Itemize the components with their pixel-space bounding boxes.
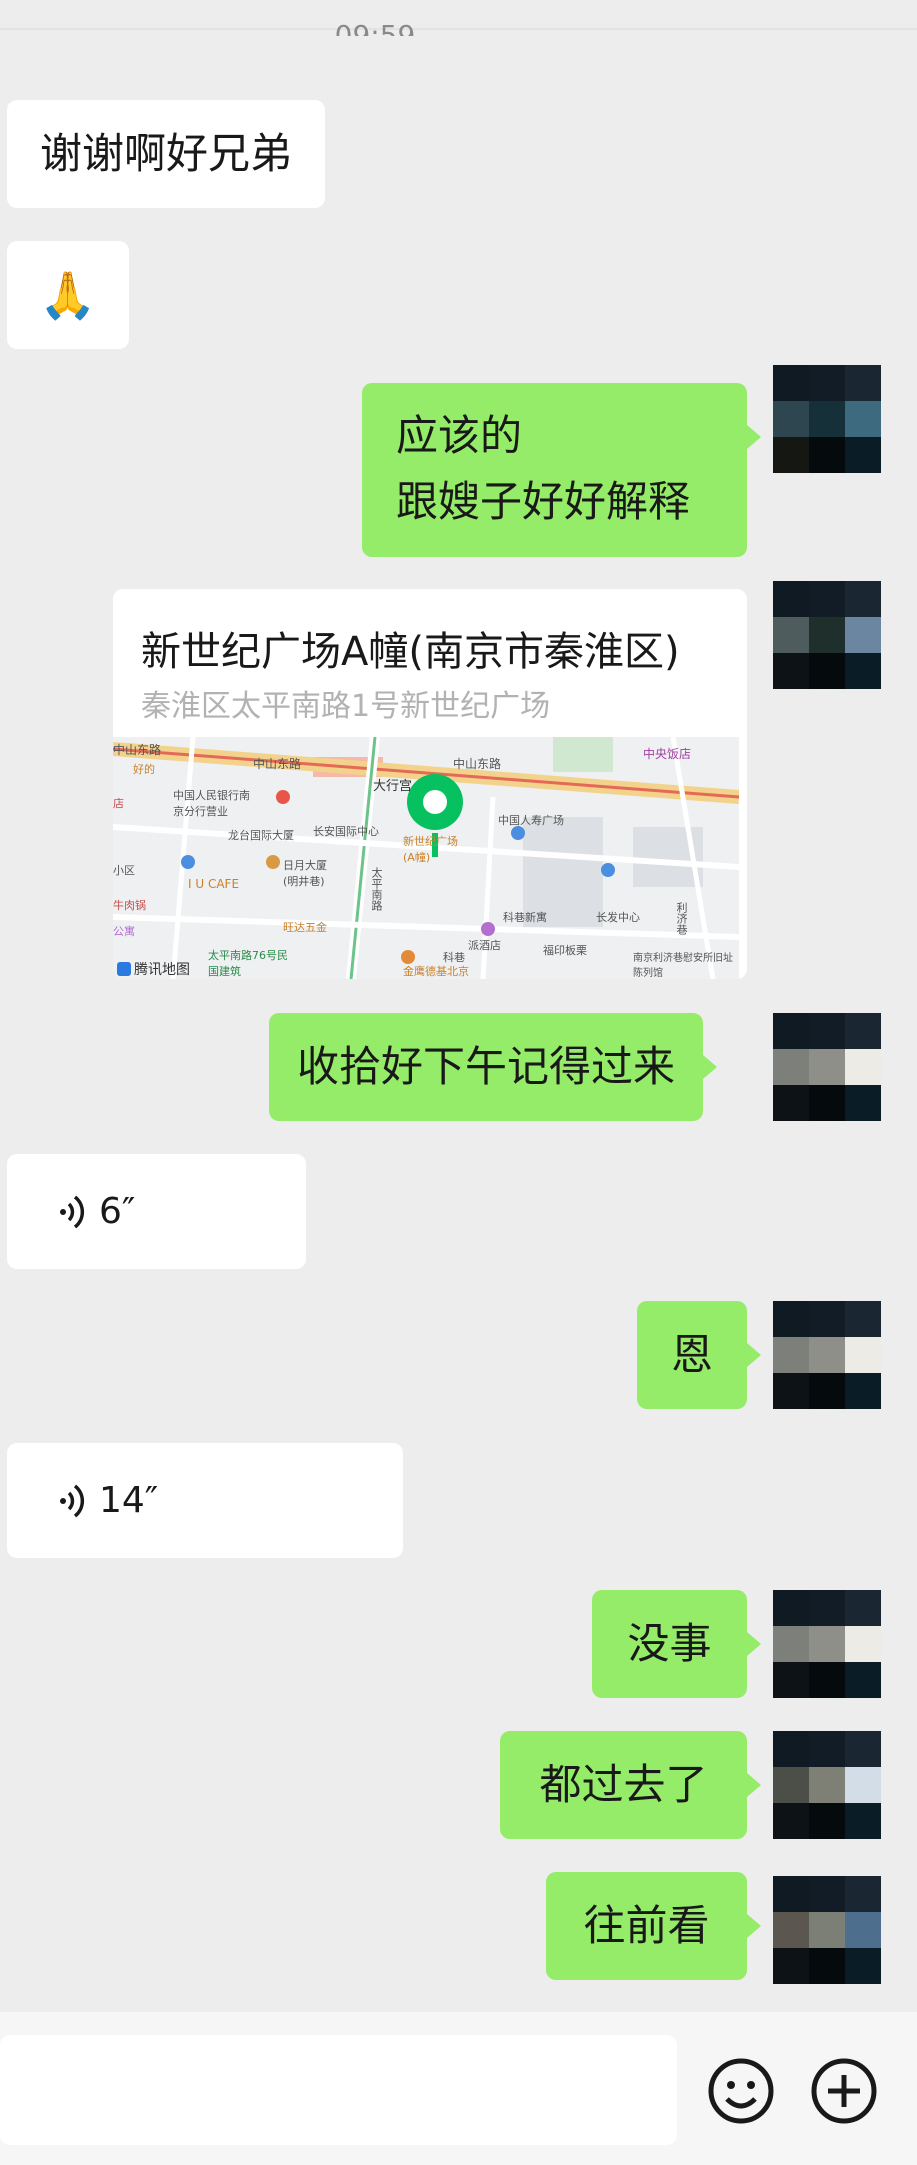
avatar[interactable]: [773, 1876, 881, 1984]
tencent-map-icon: [117, 962, 131, 976]
map-label: 长安国际中心: [313, 825, 379, 838]
map-label: 长发中心: [596, 911, 640, 924]
map-label: 好的: [133, 763, 155, 776]
map-label: 大行宫: [373, 779, 413, 794]
voice-message-bubble[interactable]: 14″: [7, 1443, 403, 1558]
message-text-line: 跟嫂子好好解释: [396, 477, 691, 526]
message-text: 往前看: [583, 1901, 710, 1950]
emoji-face-icon[interactable]: [705, 2055, 777, 2127]
message-text: 收拾好下午记得过来: [297, 1042, 676, 1091]
message-bubble-outgoing[interactable]: 往前看: [546, 1872, 761, 1980]
timestamp: 09:59: [334, 19, 416, 36]
map-label: 金鹰德基北京: [403, 965, 469, 978]
avatar[interactable]: [773, 1013, 881, 1121]
keyboard-toggle-icon[interactable]: [808, 2055, 880, 2127]
message-bubble-outgoing[interactable]: 收拾好下午记得过来: [269, 1013, 718, 1121]
message-bubble-outgoing[interactable]: 没事: [592, 1590, 761, 1698]
map-label: 派酒店: [468, 939, 501, 952]
map-label: 牛肉锅: [113, 899, 146, 912]
message-text: 恩: [670, 1330, 713, 1379]
voice-wave-icon: [60, 1484, 85, 1517]
message-bubble-outgoing[interactable]: 恩: [637, 1301, 761, 1409]
map-label: 小区: [113, 864, 135, 877]
map-label: 日月大厦(明井巷): [283, 859, 327, 888]
map-label: 利济巷: [675, 902, 688, 935]
map-label: 新世纪广场(A幢): [403, 835, 458, 864]
map-label: 中山东路: [113, 743, 162, 757]
location-address: 秦淮区太平南路1号新世纪广场: [141, 689, 551, 724]
map-label: 旺达五金: [283, 921, 327, 934]
message-text: 谢谢啊好兄弟: [40, 129, 293, 178]
avatar[interactable]: [773, 1590, 881, 1698]
message-bubble-outgoing[interactable]: 应该的 跟嫂子好好解释: [362, 383, 761, 557]
map-label: 科巷新寓: [503, 911, 547, 924]
map-label: 店: [113, 797, 124, 810]
message-bubble-incoming[interactable]: 🙏: [7, 241, 129, 349]
map-label: 中国人寿广场: [498, 814, 564, 827]
voice-message-bubble[interactable]: 6″: [7, 1154, 306, 1269]
map-label: I U CAFE: [188, 877, 240, 891]
message-input[interactable]: [0, 2035, 677, 2145]
map-label: 中国人民银行南京分行营业: [173, 789, 250, 818]
message-text: 都过去了: [539, 1760, 708, 1809]
voice-duration: 14″: [99, 1479, 159, 1521]
map-label: 龙台国际大厦: [228, 829, 294, 842]
map-label: 中山东路: [253, 757, 302, 771]
message-text-line: 应该的: [396, 411, 523, 460]
location-title: 新世纪广场A幢(南京市秦淮区): [141, 629, 680, 675]
map-label: 南京利济巷慰安所旧址陈列馆: [633, 953, 733, 979]
message-text: 没事: [627, 1619, 712, 1668]
pray-emoji-icon: 🙏: [39, 268, 97, 322]
message-bubble-outgoing[interactable]: 都过去了: [500, 1731, 761, 1839]
avatar[interactable]: [773, 1731, 881, 1839]
message-bubble-incoming[interactable]: 谢谢啊好兄弟: [7, 100, 326, 208]
avatar[interactable]: [773, 581, 881, 689]
map-label: 科巷: [443, 951, 465, 964]
voice-duration: 6″: [99, 1190, 136, 1232]
location-map[interactable]: 中山东路 中山东路 中山东路 中央饭店 大行宫 中国人民银行南京分行营业 龙台国…: [113, 737, 739, 979]
map-label: 公寓: [113, 925, 135, 938]
avatar[interactable]: [773, 365, 881, 473]
map-label: 福印板栗: [543, 944, 587, 957]
map-label: 太平南路: [370, 867, 383, 911]
avatar[interactable]: [773, 1301, 881, 1409]
map-label: 中央饭店: [643, 747, 692, 761]
location-card[interactable]: 新世纪广场A幢(南京市秦淮区) 秦淮区太平南路1号新世纪广场 中山东路 中山东路…: [113, 589, 747, 979]
voice-wave-icon: [60, 1195, 85, 1228]
map-provider-logo: 腾讯地图: [117, 959, 190, 979]
map-label: 中山东路: [453, 757, 502, 771]
map-label: 太平南路76号民国建筑: [208, 949, 288, 978]
